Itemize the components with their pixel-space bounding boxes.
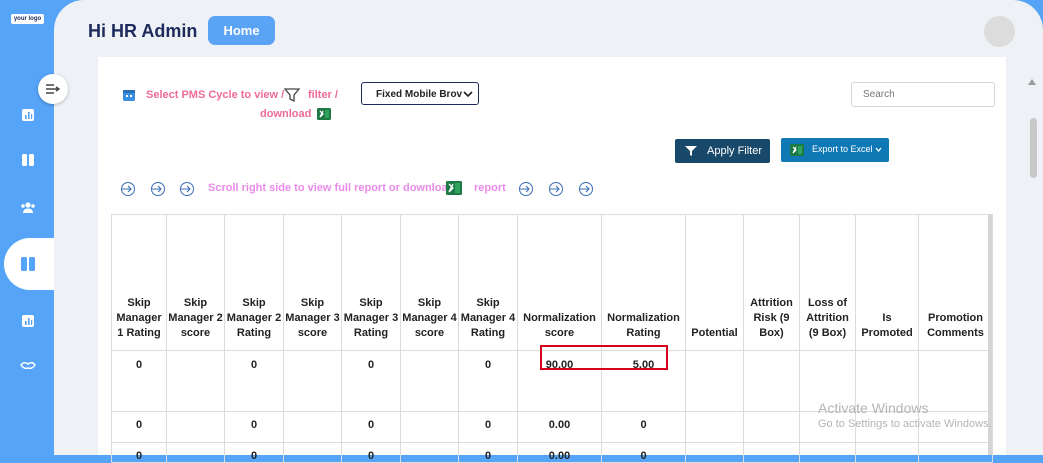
main-panel: Hi HR Admin Home Select PMS Cycle to vie… [54, 0, 1043, 463]
table-cell: 0 [458, 442, 518, 463]
excel-icon [790, 144, 804, 156]
grid-icon [21, 257, 35, 271]
table-cell: 0 [341, 442, 401, 463]
table-cell [283, 350, 342, 412]
handshake-icon[interactable] [19, 356, 37, 374]
table-cell [918, 350, 993, 412]
table-cell: 0.00 [517, 411, 602, 443]
column-header[interactable]: Skip Manager 1 Rating [111, 214, 167, 351]
column-header[interactable]: Loss of Attrition (9 Box) [799, 214, 856, 351]
table-cell [166, 442, 225, 463]
apply-filter-label: Apply Filter [707, 145, 763, 157]
activate-windows-title: Activate Windows [818, 400, 929, 416]
pms-cycle-link[interactable]: Select PMS Cycle to view / [146, 89, 284, 101]
table-cell: 0 [111, 350, 167, 412]
column-header[interactable]: Attrition Risk (9 Box) [743, 214, 800, 351]
table-cell: 0 [458, 350, 518, 412]
arrow-right-circle-icon [549, 182, 563, 196]
table-cell: 0 [601, 411, 686, 443]
column-header[interactable]: Skip Manager 4 score [400, 214, 459, 351]
column-header[interactable]: Skip Manager 2 score [166, 214, 225, 351]
report-card: Select PMS Cycle to view / filter / down… [98, 57, 1006, 463]
arrow-right-circle-icon [579, 182, 593, 196]
apply-filter-button[interactable]: Apply Filter [675, 139, 770, 163]
users-icon[interactable] [19, 198, 37, 216]
column-header[interactable]: Potential [685, 214, 744, 351]
table-cell [743, 350, 800, 412]
table-cell: 0.00 [517, 442, 602, 463]
search-input[interactable] [851, 82, 995, 107]
scrollbar-thumb[interactable] [1030, 118, 1037, 178]
column-header[interactable]: Promotion Comments [918, 214, 993, 351]
table-cell [743, 442, 800, 463]
table-cell [400, 350, 459, 412]
arrow-right-circle-icon [180, 182, 194, 196]
filter-link[interactable]: filter / [308, 89, 338, 101]
report-icon[interactable] [19, 312, 37, 330]
funnel-icon [284, 88, 300, 103]
excel-icon[interactable] [446, 180, 462, 196]
column-header[interactable]: Skip Manager 4 Rating [458, 214, 518, 351]
export-excel-label: Export to Excel [812, 144, 873, 154]
scroll-hint-text: Scroll right side to view full report or… [208, 182, 455, 194]
column-header[interactable]: Skip Manager 2 Rating [224, 214, 284, 351]
table-cell: 0 [111, 411, 167, 443]
collapse-arrow-icon [46, 84, 60, 94]
chevron-down-icon [875, 147, 882, 153]
arrow-right-circle-icon [121, 182, 135, 196]
activate-windows-subtitle: Go to Settings to activate Windows. [818, 418, 992, 430]
excel-icon[interactable] [317, 107, 331, 121]
dashboard-icon[interactable] [19, 151, 37, 169]
table-cell [799, 442, 856, 463]
download-link[interactable]: download [260, 108, 311, 120]
table-cell: 0 [111, 442, 167, 463]
export-excel-button[interactable]: Export to Excel [781, 138, 889, 162]
logo: your logo [11, 14, 44, 24]
scroll-up-arrow[interactable] [1028, 79, 1036, 85]
table-cell [685, 350, 744, 412]
column-header[interactable]: Skip Manager 3 score [283, 214, 342, 351]
table-cell: 0 [224, 411, 284, 443]
table-cell: 0 [341, 411, 401, 443]
table-cell: 0 [341, 350, 401, 412]
table-cell [283, 411, 342, 443]
chevron-down-icon [463, 91, 473, 98]
home-button[interactable]: Home [208, 16, 275, 45]
table-cell: 0 [224, 442, 284, 463]
report-link[interactable]: report [474, 182, 506, 194]
chart-icon[interactable] [19, 106, 37, 124]
table-row: 0 0 0 0 0.00 0 [111, 442, 993, 463]
highlight-box [540, 345, 668, 370]
sidebar-toggle-button[interactable] [38, 74, 68, 104]
sidebar: your logo [0, 0, 56, 455]
sidebar-item-active[interactable] [4, 238, 54, 290]
funnel-icon [685, 146, 697, 156]
select-value: Fixed Mobile Brov [376, 89, 463, 100]
column-header[interactable]: Normalization score [517, 214, 602, 351]
table-cell [400, 442, 459, 463]
table-cell: 0 [224, 350, 284, 412]
table-cell [283, 442, 342, 463]
table-cell: 0 [601, 442, 686, 463]
page-title: Hi HR Admin [88, 21, 198, 41]
table-cell [400, 411, 459, 443]
table-cell [685, 411, 744, 443]
column-header[interactable]: Normalization Rating [601, 214, 686, 351]
arrow-right-circle-icon [519, 182, 533, 196]
arrow-right-circle-icon [151, 182, 165, 196]
column-header[interactable]: Skip Manager 3 Rating [341, 214, 401, 351]
table-cell [685, 442, 744, 463]
table-cell: 0 [458, 411, 518, 443]
table-cell [166, 350, 225, 412]
table-cell [855, 442, 919, 463]
avatar[interactable] [984, 16, 1015, 47]
table-cell [918, 442, 993, 463]
table-cell [743, 411, 800, 443]
calendar-icon [123, 90, 135, 101]
column-header[interactable]: Is Promoted [855, 214, 919, 351]
pms-cycle-select[interactable]: Fixed Mobile Brov [361, 82, 479, 105]
table-cell [166, 411, 225, 443]
